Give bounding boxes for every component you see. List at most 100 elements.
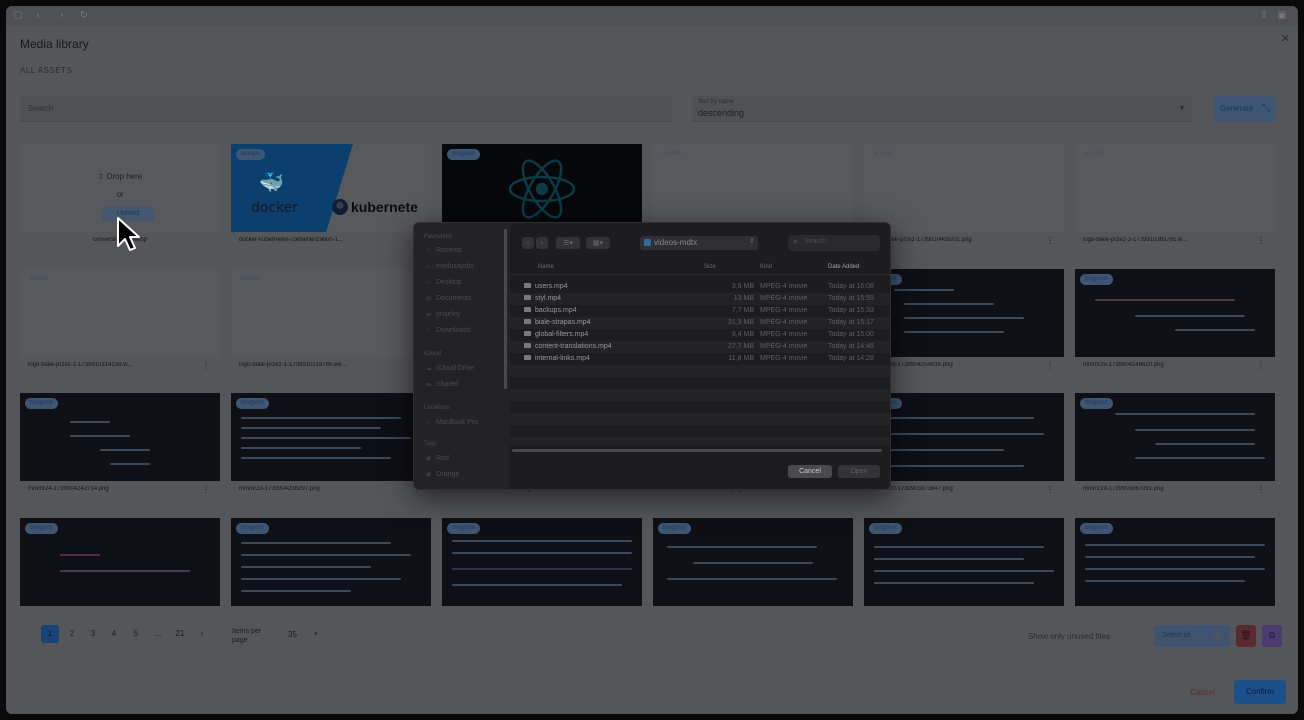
close-icon[interactable]: ✕ [1281, 32, 1290, 45]
tabs-icon[interactable]: ▣ [1276, 10, 1288, 22]
drop-here-text: ⇧ Drop here [20, 172, 220, 181]
page-ellipsis: ... [154, 629, 162, 638]
tag-badge: blogpost [1080, 398, 1113, 409]
column-name[interactable]: Name [538, 264, 554, 270]
back-icon[interactable]: ‹ [522, 237, 534, 249]
sidebar-item-projekty[interactable]: ▬ projekty [426, 311, 461, 318]
sidebar-section-locations: Locations [424, 405, 450, 411]
sort-select[interactable]: Sort by name descending ▾ [692, 96, 1192, 122]
next-page-icon[interactable]: › [193, 625, 211, 643]
sidebar-item-downloads[interactable]: ⇩ Downloads [426, 327, 471, 334]
sidebar-item-shared[interactable]: ▬ Shared [426, 381, 459, 388]
file-name: logo-biale-przez-1-1739910218766.we... [239, 362, 347, 368]
empty-row [510, 413, 890, 425]
file-name: mmmr26-1739904254836.png [872, 362, 953, 368]
sidebar-section-tags: Tags [424, 441, 437, 447]
file-name: mmmr23-1739904236297.png [239, 486, 320, 492]
sidebar-item-recents[interactable]: ◷ Recents [426, 247, 462, 254]
tag-badge: brands [30, 276, 49, 282]
column-size[interactable]: Size [704, 264, 716, 270]
file-name: mmmr20-1739903873847.png [872, 486, 953, 492]
more-icon[interactable]: ⋮ [1257, 236, 1265, 245]
reload-icon[interactable]: ↻ [78, 10, 90, 22]
file-row[interactable]: biale-strapas.mp4 31,3 MB MPEG-4 movie T… [510, 317, 890, 329]
home-icon: ⌂ [426, 263, 430, 270]
search-input[interactable] [20, 96, 672, 122]
video-file-icon [524, 355, 531, 360]
select-all-button[interactable]: Select all [1154, 625, 1230, 647]
grid-view-icon[interactable]: ▦▾ [586, 237, 610, 249]
file-picker-dialog: Favourites ◷ Recents ⌂ meduzajobs ▭ Desktop… [413, 222, 891, 490]
file-row[interactable]: users.mp4 3,6 MB MPEG-4 movie Today at 1… [510, 281, 890, 293]
page-button[interactable]: 5 [127, 625, 145, 643]
tag-badge: blogpost [447, 149, 480, 160]
file-row[interactable]: internal-links.mp4 11,8 MB MPEG-4 movie … [510, 353, 890, 365]
back-icon[interactable]: ‹ [32, 10, 44, 22]
sidebar-toggle-icon[interactable]: ▢ [12, 10, 24, 22]
dialog-open-button[interactable]: Open [838, 465, 880, 478]
more-icon[interactable]: ⋮ [1257, 485, 1265, 494]
confirm-button[interactable]: Confirm [1234, 680, 1286, 704]
cancel-button[interactable]: Cancel [1190, 688, 1215, 697]
forward-icon[interactable]: › [56, 10, 68, 22]
search-icon: ⌕ [793, 237, 798, 246]
items-per-page-select[interactable]: 35 [288, 630, 297, 639]
tag-badge: brands [1085, 151, 1104, 157]
more-icon[interactable]: ⋮ [1046, 485, 1054, 494]
tag-badge: blogpost [236, 398, 269, 409]
page-button[interactable]: 21 [171, 625, 189, 643]
sidebar-item-tag-red[interactable]: ● Red [426, 455, 449, 462]
copy-icon[interactable]: ⧉ [1262, 625, 1282, 647]
sidebar-item-documents[interactable]: ▤ Documents [426, 295, 471, 302]
file-list-scrollbar[interactable] [512, 449, 882, 452]
sidebar-item-desktop[interactable]: ▭ Desktop [426, 279, 462, 286]
more-icon[interactable]: ⋮ [1046, 361, 1054, 370]
dialog-cancel-button[interactable]: Cancel [788, 465, 832, 478]
tag-badge: blogpost [25, 523, 58, 534]
more-icon[interactable]: ⋮ [1046, 236, 1054, 245]
toggle-switch[interactable] [1212, 632, 1222, 640]
video-file-icon [524, 283, 531, 288]
forward-icon[interactable]: › [536, 237, 548, 249]
sidebar-scrollbar[interactable] [504, 229, 507, 389]
kubernetes-logo-text: kubernete [351, 199, 418, 215]
document-icon: ▤ [426, 295, 432, 302]
file-row[interactable]: styl.mp4 13 MB MPEG-4 movie Today at 15:… [510, 293, 890, 305]
sparkle-icon: ⤡ [1262, 103, 1270, 114]
file-row[interactable]: content-translations.mp4 27,7 MB MPEG-4 … [510, 341, 890, 353]
file-name: logo-biale-przez-2-1739910314139.w... [28, 362, 133, 368]
drop-label: Drop here [106, 172, 143, 181]
trash-icon[interactable]: 🗑 [1236, 625, 1256, 647]
folder-select[interactable]: videos-mdtx ⇕ [640, 236, 758, 250]
video-file-icon [524, 343, 531, 348]
more-icon[interactable]: ⋮ [202, 485, 210, 494]
breadcrumb[interactable]: ALL ASSETS [20, 66, 72, 75]
more-icon[interactable]: ⋮ [202, 361, 210, 370]
sidebar-item-macbook[interactable]: ▭ MacBook Pro [426, 419, 478, 426]
file-row[interactable]: global-filters.mp4 9,4 MB MPEG-4 movie T… [510, 329, 890, 341]
more-icon[interactable]: ⋮ [1257, 361, 1265, 370]
column-kind[interactable]: Kind [760, 264, 772, 270]
sidebar-item-home[interactable]: ⌂ meduzajobs [426, 263, 474, 270]
page-button[interactable]: 1 [41, 625, 59, 643]
sidebar-item-icloud-drive[interactable]: ☁ iCloud Drive [426, 365, 474, 372]
page-button[interactable]: 3 [84, 625, 102, 643]
chevron-updown-icon: ⇕ [749, 237, 755, 245]
chevron-down-icon: ▾ [314, 630, 318, 638]
file-list-header: Name Size Kind Date Added [510, 261, 890, 275]
tag-badge: brands [241, 276, 260, 282]
sidebar-item-tag-orange[interactable]: ● Orange [426, 471, 459, 478]
page-button[interactable]: 4 [105, 625, 123, 643]
page-button[interactable]: 2 [63, 625, 81, 643]
file-row[interactable]: backups.mp4 7,7 MB MPEG-4 movie Today at… [510, 305, 890, 317]
address-bar[interactable] [596, 10, 716, 22]
generate-button[interactable]: Generate ⤡ [1214, 96, 1276, 122]
shared-folder-icon: ▬ [426, 381, 432, 388]
tag-badge: blogpost [25, 398, 58, 409]
column-date-added[interactable]: Date Added [828, 264, 859, 270]
dialog-search-input[interactable]: ⌕ Search [788, 235, 880, 251]
share-icon[interactable]: ⇪ [1258, 10, 1270, 22]
unused-files-toggle-label[interactable]: Show only unused files [1028, 632, 1110, 641]
list-view-icon[interactable]: ☰▾ [556, 237, 580, 249]
or-text: or [116, 190, 124, 199]
